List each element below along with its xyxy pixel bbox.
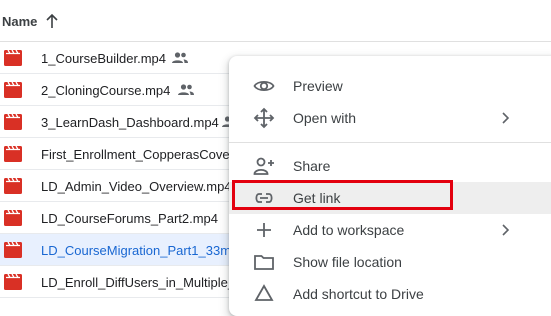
- file-name: LD_CourseForums_Part2.mp4: [41, 211, 219, 226]
- plus-icon: [257, 223, 271, 237]
- menu-divider: [229, 142, 551, 143]
- menu-item-label: Get link: [293, 190, 341, 206]
- file-name: 1_CourseBuilder.mp4: [41, 51, 167, 66]
- menu-item-label: Share: [293, 158, 331, 174]
- menu-item-label: Add shortcut to Drive: [293, 286, 424, 302]
- person-add-icon: [253, 157, 274, 175]
- chevron-right-icon: [502, 224, 510, 236]
- video-file-icon: [4, 50, 22, 66]
- video-file-icon: [4, 114, 22, 130]
- file-name: 3_LearnDash_Dashboard.mp4: [41, 115, 219, 130]
- link-icon: [255, 193, 273, 203]
- file-name: 2_CloningCourse.mp4: [41, 83, 171, 98]
- move-arrows-icon: [253, 107, 275, 129]
- name-column-header[interactable]: Name: [2, 14, 37, 29]
- file-list-header: Name: [0, 0, 551, 42]
- shared-people-icon: [172, 52, 188, 63]
- video-file-icon: [4, 178, 22, 194]
- file-name: First_Enrollment_CopperasCove: [41, 147, 230, 162]
- menu-item-open-with[interactable]: Open with: [229, 102, 551, 134]
- folder-icon: [254, 255, 274, 270]
- menu-item-add-to-workspace[interactable]: Add to workspace: [229, 214, 551, 246]
- video-file-icon: [4, 146, 22, 162]
- file-name: LD_Enroll_DiffUsers_in_Multiple_: [41, 275, 236, 290]
- menu-item-preview[interactable]: Preview: [229, 70, 551, 102]
- menu-item-get-link[interactable]: Get link: [229, 182, 551, 214]
- video-file-icon: [4, 82, 22, 98]
- menu-item-share[interactable]: Share: [229, 150, 551, 182]
- chevron-right-icon: [502, 112, 510, 124]
- arrow-up-icon[interactable]: [44, 12, 60, 30]
- shared-people-icon: [178, 84, 194, 95]
- menu-item-label: Show file location: [293, 254, 402, 270]
- context-menu: Preview Open with Share Get link Add to …: [229, 56, 551, 316]
- eye-icon: [253, 80, 275, 92]
- menu-item-label: Add to workspace: [293, 222, 405, 238]
- file-name: LD_CourseMigration_Part1_33m: [41, 243, 232, 258]
- video-file-icon: [4, 210, 22, 226]
- drive-shortcut-icon: [254, 284, 274, 301]
- menu-item-label: Open with: [293, 110, 357, 126]
- file-name: LD_Admin_Video_Overview.mp4: [41, 179, 232, 194]
- menu-item-add-shortcut[interactable]: Add shortcut to Drive: [229, 278, 551, 310]
- video-file-icon: [4, 242, 22, 258]
- video-file-icon: [4, 274, 22, 290]
- menu-item-show-file-location[interactable]: Show file location: [229, 246, 551, 278]
- menu-item-label: Preview: [293, 78, 343, 94]
